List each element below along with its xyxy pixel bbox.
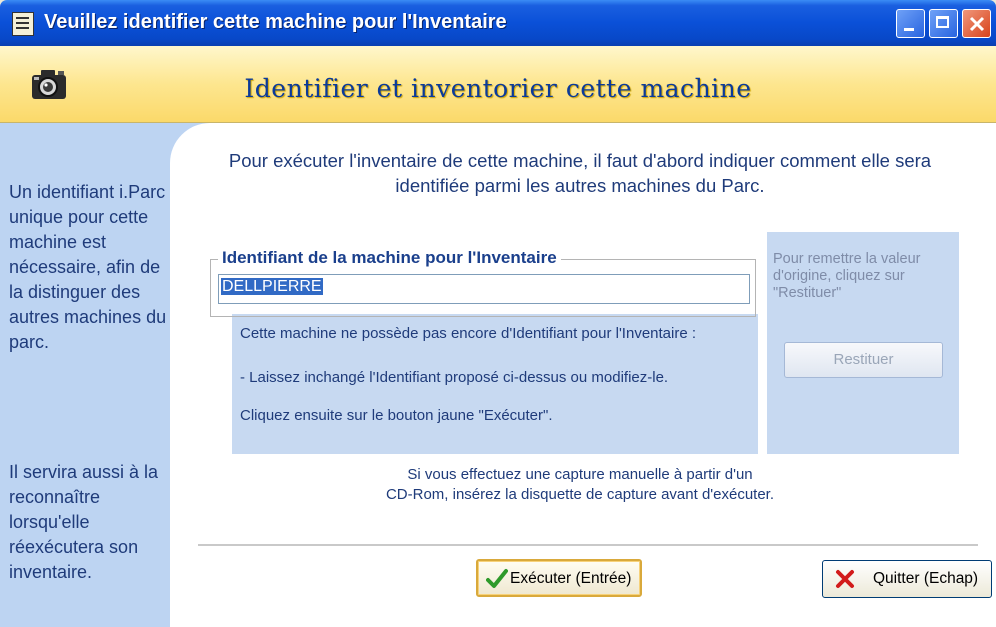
app-icon	[12, 12, 34, 36]
sidebar-paragraph-1: Un identifiant i.Parc unique pour cette …	[9, 182, 167, 352]
cross-icon	[836, 570, 854, 588]
execute-button[interactable]: Exécuter (Entrée)	[476, 559, 642, 597]
identifier-value: DELLPIERRE	[221, 278, 323, 295]
execute-label: Exécuter (Entrée)	[510, 570, 632, 587]
quit-button[interactable]: Quitter (Echap)	[822, 560, 992, 598]
capture-note: Si vous effectuez une capture manuelle à…	[300, 465, 860, 505]
capture-note-line-1: Si vous effectuez une capture manuelle à…	[407, 466, 753, 483]
restore-hint: Pour remettre la valeur d'origine, cliqu…	[773, 251, 921, 301]
checkmark-icon	[486, 569, 508, 588]
info-line-2: - Laissez inchangé l'Identifiant proposé…	[240, 369, 669, 386]
maximize-icon[interactable]	[929, 9, 958, 38]
intro-text: Pour exécuter l'inventaire de cette mach…	[228, 150, 932, 196]
identifier-group-label: Identifiant de la machine pour l'Inventa…	[218, 248, 561, 268]
title-bar[interactable]: Veuillez identifier cette machine pour l…	[0, 0, 996, 46]
window-title: Veuillez identifier cette machine pour l…	[44, 11, 507, 33]
quit-label: Quitter (Echap)	[873, 570, 979, 587]
close-icon[interactable]	[962, 9, 991, 38]
identifier-input[interactable]: DELLPIERRE	[218, 274, 750, 304]
info-line-1: Cette machine ne possède pas encore d'Id…	[240, 325, 697, 342]
banner-title: Identifier et inventorier cette machine	[244, 74, 752, 103]
dialog-window: Veuillez identifier cette machine pour l…	[0, 0, 996, 627]
minimize-icon[interactable]	[896, 9, 925, 38]
restore-button[interactable]: Restituer	[784, 342, 943, 378]
info-line-3: Cliquez ensuite sur le bouton jaune "Exé…	[240, 407, 553, 424]
capture-note-line-2: CD-Rom, insérez la disquette de capture …	[385, 486, 775, 503]
sidebar-paragraph-2: Il servira aussi à la reconnaître lorsqu…	[9, 462, 159, 582]
